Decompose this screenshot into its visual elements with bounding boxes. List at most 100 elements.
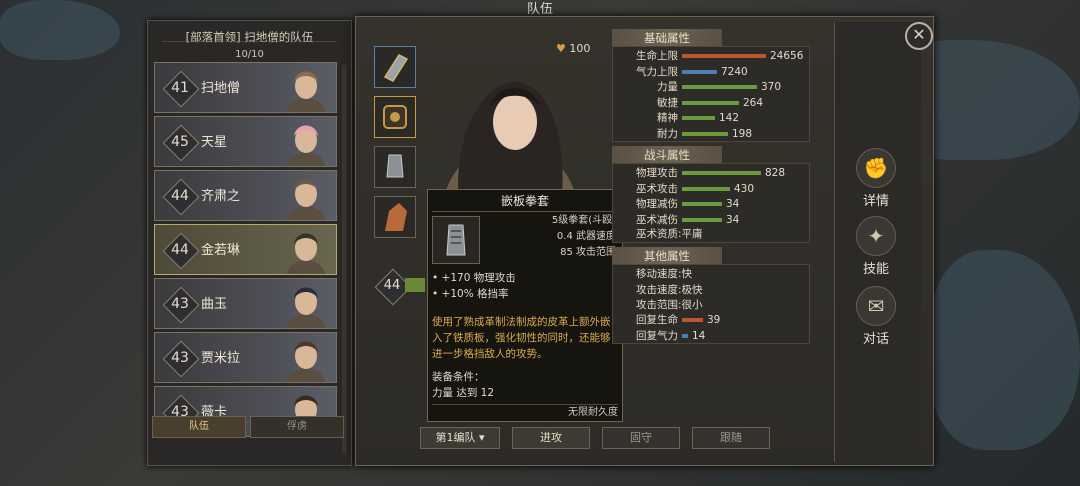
item-requirement-title: 装备条件： [432, 371, 485, 383]
equip-slot-armor[interactable] [374, 96, 416, 138]
level-badge: 43 [162, 286, 200, 324]
member-name: 天星 [201, 135, 228, 150]
close-button[interactable]: ✕ [905, 22, 933, 50]
member-portrait [286, 179, 326, 220]
divider [432, 211, 618, 212]
stat-row: 物理减伤 [626, 197, 678, 211]
item-description: 使用了熟成革制法制成的皮革上额外嵌入了铁质板，强化韧性的同时，还能够进一步格挡敌… [432, 316, 611, 360]
party-member-card[interactable]: 43 贾米拉 [154, 332, 337, 383]
level-badge: 41 [162, 70, 200, 108]
formation-label: 第1编队 [435, 431, 476, 444]
equip-slot-weapon[interactable] [374, 46, 416, 88]
stat-value: :很小 [678, 299, 703, 311]
party-member-card[interactable]: 44 齐肃之 [154, 170, 337, 221]
item-bonus: • +10% 格挡率 [432, 288, 509, 300]
stat-value-text: 很小 [681, 299, 703, 311]
attack-button[interactable]: 进攻 [512, 427, 590, 449]
item-requirement: 力量 达到 12 [432, 387, 495, 399]
details-button[interactable]: ✊ 详情 [846, 148, 906, 209]
book-icon: ✦ [856, 216, 896, 256]
member-portrait [286, 287, 326, 328]
stat-row: 移动速度:快 [626, 267, 692, 281]
party-member-card[interactable]: 44 金若琳 [154, 224, 337, 275]
exp-bar [405, 278, 425, 292]
loyalty-value: 100 [569, 42, 591, 55]
tab-prisoners[interactable]: 俘虏 [250, 416, 344, 438]
stat-row-aptitude: 巫术资质:平庸 [626, 227, 703, 241]
stat-label: 攻击范围 [636, 299, 678, 311]
stat-label: 气力上限 [636, 65, 678, 78]
stat-row: 精神 [626, 111, 678, 125]
member-level: 41 [171, 80, 189, 96]
item-icon [432, 216, 480, 264]
follow-button[interactable]: 跟随 [692, 427, 770, 449]
stat-row: 敏捷 [626, 96, 678, 110]
stat-value: 430 [734, 182, 755, 195]
member-level: 43 [171, 296, 189, 312]
member-portrait [286, 125, 326, 166]
stat-bar [682, 131, 728, 136]
dialogue-label: 对话 [862, 332, 889, 347]
party-member-card[interactable]: 45 天星 [154, 116, 337, 167]
other-stats-title: 其他属性 [612, 247, 722, 265]
stat-value: 14 [692, 329, 706, 342]
stat-value: 264 [743, 96, 764, 109]
level-badge: 44 [162, 178, 200, 216]
party-scrollbar[interactable] [342, 65, 346, 453]
stat-bar [682, 100, 739, 105]
formation-select[interactable]: 第1编队 ▾ [420, 427, 500, 449]
item-durability: 无限耐久度 [432, 404, 618, 421]
speech-bubble-icon: ✉ [856, 286, 896, 326]
bracer-icon [383, 54, 409, 82]
item-name: 嵌板拳套 [500, 194, 549, 208]
stat-label: 耐力 [657, 127, 678, 140]
stat-label: 回复气力 [636, 329, 678, 342]
stat-label: 敏捷 [657, 96, 678, 109]
stat-label: 精神 [657, 112, 678, 124]
stat-bar [682, 333, 688, 338]
stat-value: 142 [719, 112, 740, 124]
member-name: 金若琳 [201, 243, 241, 258]
stat-value: :快 [678, 268, 693, 280]
skills-label: 技能 [862, 262, 889, 277]
member-name: 贾米拉 [201, 351, 241, 366]
stat-bar [682, 116, 715, 120]
hold-button[interactable]: 固守 [602, 427, 680, 449]
stat-bar [682, 69, 717, 74]
stat-label: 回复生命 [636, 314, 678, 326]
stat-value-text: 快 [681, 268, 693, 280]
level-badge: 43 [162, 340, 200, 378]
basic-stats-title: 基础属性 [612, 29, 722, 47]
equip-slot-mount[interactable] [374, 196, 416, 238]
stat-row: 生命上限 [626, 49, 678, 63]
details-label: 详情 [862, 194, 889, 209]
level-badge: 44 [162, 232, 200, 270]
stat-bar [682, 202, 722, 206]
gauntlet-icon [386, 154, 404, 178]
party-member-card[interactable]: 43 曲玉 [154, 278, 337, 329]
stat-label: 巫术资质 [636, 228, 678, 240]
item-bonus: • +170 物理攻击 [432, 272, 516, 284]
member-name: 扫地僧 [201, 81, 241, 96]
arm-icon: ✊ [856, 148, 896, 188]
armor-icon [383, 105, 407, 129]
stat-row: 攻击速度:极快 [626, 283, 703, 297]
stat-row: 回复生命 [626, 313, 678, 327]
stat-label: 生命上限 [636, 50, 678, 62]
tab-party[interactable]: 队伍 [152, 416, 246, 438]
member-name: 齐肃之 [201, 189, 241, 204]
item-tooltip: 嵌板拳套 5级拳套(斗殴) 0.4 武器速度 85 攻击范围 • +170 物理… [427, 189, 623, 422]
equip-slot-gloves[interactable] [374, 146, 416, 188]
stat-row: 耐力 [626, 127, 678, 141]
skills-button[interactable]: ✦ 技能 [846, 216, 906, 277]
party-header: [部落首领] 扫地僧的队伍 [185, 30, 314, 44]
party-member-card[interactable]: 41 扫地僧 [154, 62, 337, 113]
dialogue-button[interactable]: ✉ 对话 [846, 286, 906, 347]
stat-bar [682, 318, 703, 322]
stat-bar [682, 85, 757, 89]
stat-value: 198 [732, 127, 753, 140]
stat-row: 回复气力 [626, 329, 678, 343]
stat-bar [682, 186, 730, 191]
loyalty-indicator: ♥ 100 [556, 42, 590, 55]
stat-label: 物理减伤 [636, 198, 678, 210]
